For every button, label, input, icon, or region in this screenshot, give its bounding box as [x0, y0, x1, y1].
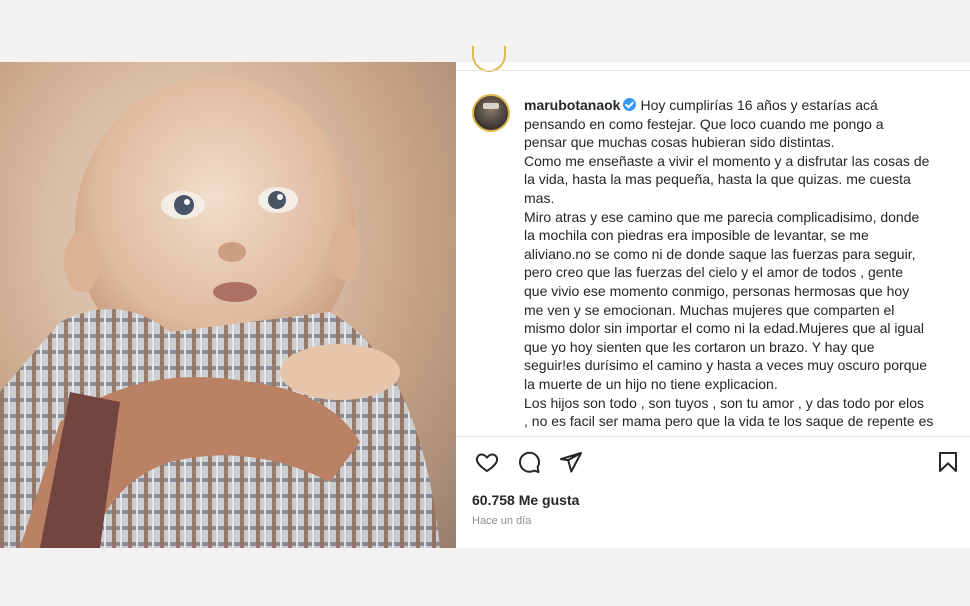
- caption-line: que yo hoy sienten que les cortaron un b…: [524, 338, 875, 355]
- caption-line: Los hijos son todo , son tuyos , son tu …: [524, 394, 925, 411]
- likes-count[interactable]: 60.758 Me gusta: [472, 492, 579, 508]
- caption-line: mas.: [524, 189, 555, 206]
- caption-line: aliviano.no se como ni de donde saque la…: [524, 245, 916, 262]
- caption-line: seguir!es durísimo el camino y hasta a v…: [524, 357, 928, 374]
- instagram-post: marubotanaok Hoy cumplirías 16 años y est…: [0, 46, 970, 548]
- post-side-panel: marubotanaok Hoy cumplirías 16 años y est…: [456, 46, 970, 548]
- caption-line: pensando en como festejar. Que loco cuan…: [524, 115, 884, 132]
- post-timestamp[interactable]: Hace un día: [472, 515, 531, 527]
- caption-line: la muerte de un hijo no tiene explicacio…: [524, 375, 778, 392]
- post-photo[interactable]: [0, 62, 456, 548]
- previous-avatar-ring: [472, 46, 506, 72]
- caption-line: mismo dolor sin importar el como ni la e…: [524, 320, 924, 337]
- comment-icon[interactable]: [516, 450, 542, 474]
- caption-line: la mochila con piedras era imposible de …: [524, 227, 869, 244]
- caption-text: marubotanaok Hoy cumplirías 16 años y est…: [524, 96, 962, 431]
- bookmark-icon[interactable]: [936, 450, 960, 474]
- caption-line: Miro atras y ese camino que me parecia c…: [524, 208, 920, 225]
- caption-line: la vida, hasta la mas pequeña, hasta la …: [524, 171, 911, 188]
- caption-line: , no es facil ser mama pero que la vida …: [524, 413, 934, 430]
- avatar-cap: [483, 103, 499, 109]
- caption-line: pero creo que las fuerzas del cielo y el…: [524, 264, 903, 281]
- avatar[interactable]: [472, 94, 510, 132]
- post-caption: marubotanaok Hoy cumplirías 16 años y est…: [472, 94, 962, 432]
- verified-badge-icon: [623, 98, 637, 111]
- heart-icon[interactable]: [474, 450, 500, 474]
- caption-line: que vivio ese momento conmigo, personas …: [524, 282, 910, 299]
- caption-line: pensar que muchas cosas hubieran sido di…: [524, 134, 835, 151]
- caption-line: Como me enseñaste a vivir el momento y a…: [524, 152, 930, 169]
- caption-line: Hoy cumplirías 16 años y estarías acá: [640, 97, 878, 113]
- divider: [456, 436, 970, 437]
- action-bar: [472, 450, 962, 476]
- username-link[interactable]: marubotanaok: [524, 97, 620, 113]
- share-icon[interactable]: [558, 450, 584, 474]
- baby-photo-illustration: [0, 62, 456, 548]
- divider: [456, 70, 970, 71]
- caption-line: me ven y se emocionan. Muchas mujeres qu…: [524, 301, 895, 318]
